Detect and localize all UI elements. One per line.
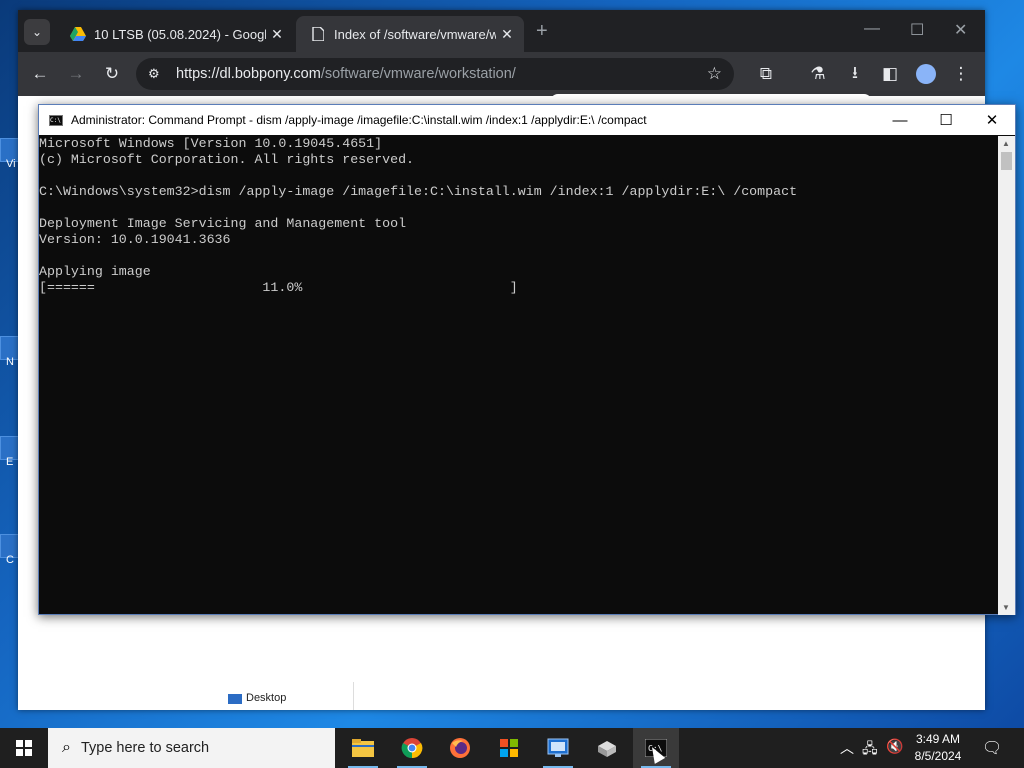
tab-index-of[interactable]: Index of /software/vmware/w ✕ xyxy=(296,16,524,52)
google-drive-icon xyxy=(70,26,86,42)
cmd-icon: C:\ xyxy=(49,114,63,126)
close-icon[interactable]: ✕ xyxy=(266,26,288,43)
start-button[interactable] xyxy=(0,728,48,768)
remote-desktop-icon[interactable] xyxy=(535,728,581,768)
scroll-up-icon[interactable]: ▲ xyxy=(1002,139,1010,148)
reload-icon[interactable]: ↻ xyxy=(100,62,124,86)
side-panel-icon[interactable]: ◧ xyxy=(878,62,902,86)
url-path: /software/vmware/workstation/ xyxy=(320,66,516,82)
tab-google-drive[interactable]: 10 LTSB (05.08.2024) - Google ✕ xyxy=(56,16,294,52)
notification-icon[interactable]: 🗨 xyxy=(982,738,1002,758)
taskbar-search-box[interactable]: ⌕ Type here to search xyxy=(48,728,335,768)
explorer-item-label[interactable]: Desktop xyxy=(246,692,286,704)
taskbar: ⌕ Type here to search C:\ ︿ 🖧 🔇 3:49 AM … xyxy=(0,728,1024,768)
extensions-icon[interactable]: ⧉ xyxy=(754,62,778,86)
desktop-folder-icon xyxy=(228,694,242,704)
chrome-icon[interactable] xyxy=(389,728,435,768)
browser-toolbar: ← → ↻ ⚙ https://dl.bobpony.com/software/… xyxy=(18,52,985,132)
back-icon[interactable]: ← xyxy=(28,62,52,86)
chevron-down-icon: ⌄ xyxy=(31,25,43,39)
chevron-up-icon[interactable]: ︿ xyxy=(840,738,854,758)
store-icon[interactable] xyxy=(486,728,532,768)
search-icon: ⌕ xyxy=(62,739,71,756)
cmd-title: Administrator: Command Prompt - dism /ap… xyxy=(71,113,647,127)
download-icon[interactable]: ⭳ xyxy=(843,62,867,86)
tab-strip: ⌄ 10 LTSB (05.08.2024) - Google ✕ Index … xyxy=(18,10,985,52)
file-explorer-icon[interactable] xyxy=(340,728,386,768)
volume-muted-icon[interactable]: 🔇 xyxy=(886,738,903,755)
url-host: https://dl.bobpony.com xyxy=(176,66,321,82)
address-bar[interactable]: ⚙ https://dl.bobpony.com/software/vmware… xyxy=(136,58,734,90)
minimize-icon[interactable]: — xyxy=(877,105,923,135)
search-placeholder: Type here to search xyxy=(80,740,210,756)
desktop-icon-label-2: N xyxy=(6,356,14,368)
explorer-window-fragment: Desktop xyxy=(214,682,354,710)
close-icon[interactable]: ✕ xyxy=(496,26,518,43)
url-text: https://dl.bobpony.com/software/vmware/w… xyxy=(176,66,516,82)
windows-logo-icon xyxy=(16,740,32,756)
minimize-icon[interactable]: — xyxy=(864,20,880,38)
desktop-icon-label-4: C xyxy=(6,554,14,566)
menu-icon[interactable]: ⋮ xyxy=(949,62,973,86)
labs-icon[interactable]: ⚗ xyxy=(806,62,830,86)
desktop-icon-label-1: Vi xyxy=(6,158,16,170)
bookmark-star-icon[interactable]: ☆ xyxy=(707,64,722,84)
scrollbar-thumb[interactable] xyxy=(1001,152,1012,170)
desktop-icon-label-3: E xyxy=(6,456,14,468)
tab-search-button[interactable]: ⌄ xyxy=(24,19,50,45)
site-info-icon[interactable]: ⚙ xyxy=(148,66,168,82)
tab-label: Index of /software/vmware/w xyxy=(334,26,496,42)
network-icon[interactable]: 🖧 xyxy=(862,738,878,762)
installer-icon[interactable] xyxy=(584,728,630,768)
cmd-titlebar[interactable]: C:\ Administrator: Command Prompt - dism… xyxy=(39,105,1015,135)
close-icon[interactable]: ✕ xyxy=(969,105,1015,135)
page-icon xyxy=(310,26,326,42)
firefox-icon[interactable] xyxy=(437,728,483,768)
close-window-icon[interactable]: ✕ xyxy=(954,20,967,40)
cmd-window: C:\ Administrator: Command Prompt - dism… xyxy=(38,104,1016,615)
clock-date: 8/5/2024 xyxy=(914,749,962,763)
vertical-scrollbar[interactable]: ▲ ▼ xyxy=(998,136,1015,615)
clock-time: 3:49 AM xyxy=(915,732,961,746)
maximize-icon[interactable]: ☐ xyxy=(910,20,924,40)
clock[interactable]: 3:49 AM 8/5/2024 xyxy=(910,731,966,765)
maximize-icon[interactable]: ☐ xyxy=(923,105,969,135)
tab-label: 10 LTSB (05.08.2024) - Google xyxy=(94,26,266,42)
forward-icon[interactable]: → xyxy=(64,62,88,86)
scroll-down-icon[interactable]: ▼ xyxy=(1002,603,1010,612)
profile-avatar[interactable] xyxy=(916,64,936,84)
new-tab-icon[interactable]: + xyxy=(536,20,548,43)
console-output[interactable]: Microsoft Windows [Version 10.0.19045.46… xyxy=(39,136,999,614)
